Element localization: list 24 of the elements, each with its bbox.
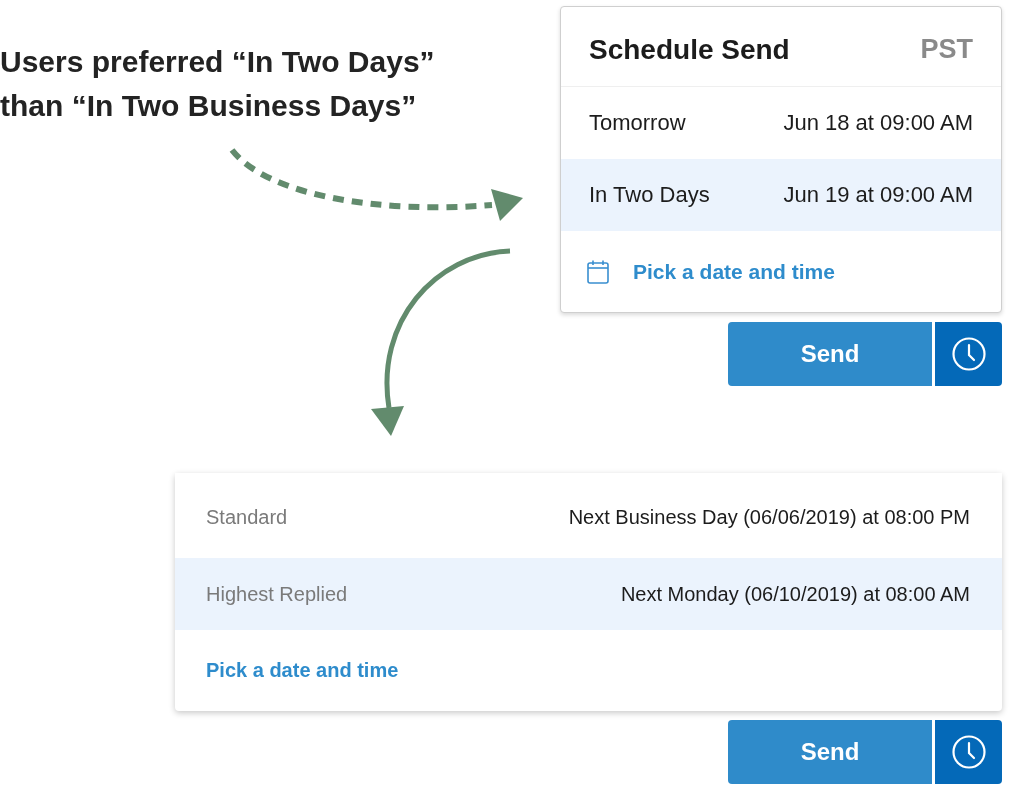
annotation-text: Users preferred “In Two Days” than “In Two Business Days” (0, 44, 435, 124)
clock-icon (951, 735, 986, 769)
send-button[interactable]: Send (728, 720, 932, 784)
option-label: In Two Days (589, 182, 710, 208)
schedule-option[interactable]: In Two Days Jun 19 at 09:00 AM (561, 159, 1001, 231)
option-label: Standard (206, 506, 288, 529)
pick-date-link[interactable]: Pick a date and time (587, 259, 835, 284)
option-label: Highest Replied (206, 582, 348, 606)
option-time: Jun 18 at 09:00 AM (783, 110, 973, 136)
schedule-option[interactable]: Tomorrow Jun 18 at 09:00 AM (561, 87, 1001, 159)
schedule-option[interactable]: Standard Next Business Day (06/06/2019) at 08:00 PM (175, 473, 1002, 558)
option-time: Next Monday (06/10/2019) at 08:00 AM (620, 582, 970, 606)
schedule-button[interactable] (935, 322, 1002, 386)
send-button[interactable]: Send (728, 322, 932, 386)
option-label: Tomorrow (589, 110, 686, 136)
timezone-label: PST (920, 34, 973, 65)
pick-date-link[interactable]: Pick a date and time (206, 659, 399, 682)
option-time: Next Business Day (06/06/2019) at 08:00 PM (568, 506, 970, 529)
schedule-button[interactable] (935, 720, 1002, 784)
calendar-icon (587, 259, 609, 284)
clock-icon (951, 337, 986, 371)
option-time: Jun 19 at 09:00 AM (783, 182, 973, 208)
schedule-option[interactable]: Highest Replied Next Monday (06/10/2019) at 08:00 AM (175, 558, 1002, 630)
popup-title: Schedule Send (589, 33, 790, 66)
